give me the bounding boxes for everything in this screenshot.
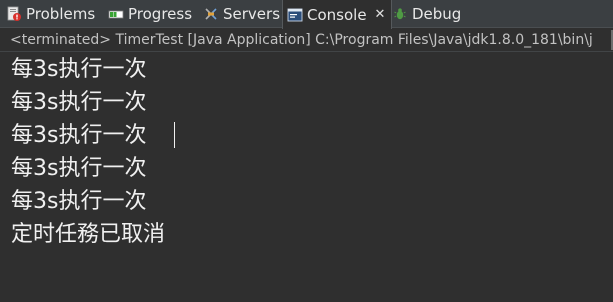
console-line: 每3s执行一次 (11, 119, 175, 152)
console-line: 定时任務已取消 (11, 222, 166, 247)
tab-label: Progress (128, 5, 193, 23)
tab-servers[interactable]: Servers (203, 0, 280, 28)
console-output[interactable]: 每3s执行一次 每3s执行一次 每3s执行一次 每3s执行一次 每3s执行一次 … (0, 53, 613, 302)
console-process-header: <terminated> TimerTest [Java Application… (0, 30, 613, 52)
tab-label: Debug (412, 5, 462, 23)
view-tab-bar: Problems Progress Servers Console ✕ Debu… (0, 0, 613, 29)
console-view: Problems Progress Servers Console ✕ Debu… (0, 0, 613, 302)
tab-problems[interactable]: Problems (6, 0, 95, 28)
console-line: 每3s执行一次 (11, 57, 147, 82)
close-icon[interactable]: ✕ (375, 8, 386, 21)
console-line-text: 每3s执行一次 (11, 123, 147, 148)
tab-console[interactable]: Console ✕ (282, 0, 393, 29)
text-caret (174, 122, 175, 148)
tab-debug[interactable]: Debug (392, 0, 461, 28)
console-line: 每3s执行一次 (11, 156, 147, 181)
console-icon (287, 7, 303, 23)
process-description: <terminated> TimerTest [Java Application… (10, 32, 593, 48)
console-line: 每3s执行一次 (11, 189, 147, 214)
console-line: 每3s执行一次 (11, 90, 147, 115)
progress-icon (108, 6, 124, 22)
tab-label: Console (307, 5, 367, 24)
tab-label: Servers (223, 5, 281, 23)
tab-label: Problems (26, 5, 96, 23)
debug-icon (392, 6, 408, 22)
tab-progress[interactable]: Progress (108, 0, 192, 28)
problems-icon (6, 6, 22, 22)
servers-icon (203, 6, 219, 22)
